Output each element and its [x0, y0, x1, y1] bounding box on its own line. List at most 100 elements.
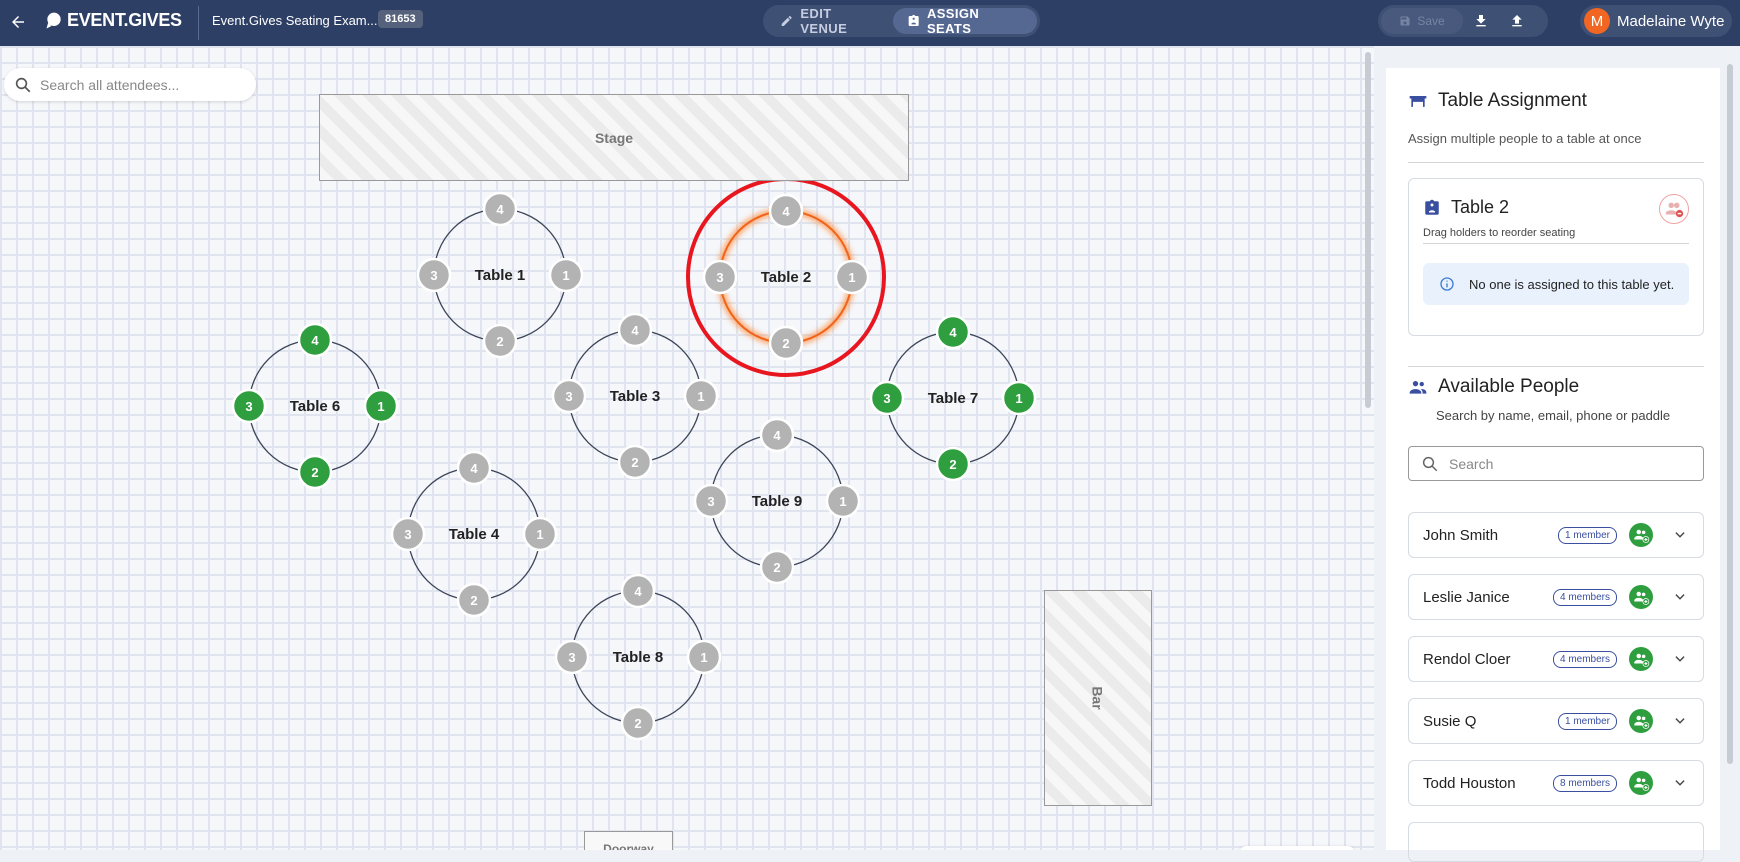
seat-4[interactable]: 4 [620, 573, 656, 609]
avatar: M [1584, 8, 1610, 34]
seat-3[interactable]: 3 [390, 516, 426, 552]
table-7[interactable]: Table 7 4 1 2 3 [869, 314, 1037, 482]
selected-table-card: Table 2 Drag holders to reorder seating … [1408, 178, 1704, 336]
seat-3[interactable]: 3 [554, 639, 590, 675]
seat-number: 4 [773, 428, 781, 443]
seat-number: 1 [377, 399, 384, 414]
chevron-down-icon[interactable] [1671, 774, 1689, 792]
back-arrow-icon[interactable] [4, 8, 32, 36]
seat-number: 2 [949, 457, 956, 472]
seat-number: 2 [634, 716, 641, 731]
list-item[interactable] [1408, 822, 1704, 862]
seat-1[interactable]: 1 [363, 388, 399, 424]
seat-2[interactable]: 2 [768, 325, 804, 361]
bar-zone[interactable]: Bar [1044, 590, 1152, 806]
doorway-zone[interactable]: Doorway [584, 831, 673, 850]
chevron-down-icon[interactable] [1671, 588, 1689, 606]
person-row[interactable]: Todd Houston 8 members [1408, 760, 1704, 806]
seat-4[interactable]: 4 [297, 322, 333, 358]
add-person-icon[interactable] [1629, 647, 1653, 671]
person-name: Susie Q [1423, 712, 1477, 730]
empty-table-message: No one is assigned to this table yet. [1469, 276, 1675, 292]
add-person-icon[interactable] [1629, 771, 1653, 795]
add-person-icon[interactable] [1629, 585, 1653, 609]
seat-4[interactable]: 4 [935, 314, 971, 350]
seat-2[interactable]: 2 [297, 454, 333, 490]
seat-1[interactable]: 1 [548, 257, 584, 293]
seat-4[interactable]: 4 [482, 191, 518, 227]
seat-1[interactable]: 1 [686, 639, 722, 675]
seating-canvas[interactable]: Table 1 4 1 2 3 Table 2 4 1 2 3 Table 3 4 1 2 3 Table 4… [0, 46, 1374, 850]
top-bar: EVENT.GIVES Event.Gives Seating Exam... … [0, 0, 1740, 46]
logo-pin-icon [46, 12, 61, 28]
edit-venue-tab[interactable]: EDIT VENUE [766, 6, 893, 36]
seat-1[interactable]: 1 [522, 516, 558, 552]
edit-venue-label: EDIT VENUE [800, 6, 848, 36]
people-search-input[interactable]: Search [1408, 446, 1704, 481]
chevron-down-icon[interactable] [1671, 650, 1689, 668]
table-4[interactable]: Table 4 4 1 2 3 [390, 450, 558, 618]
table-1[interactable]: Table 1 4 1 2 3 [416, 191, 584, 359]
seat-1[interactable]: 1 [825, 483, 861, 519]
table-2[interactable]: Table 2 4 1 2 3 [686, 177, 886, 377]
download-button[interactable] [1463, 7, 1499, 35]
seat-2[interactable]: 2 [759, 549, 795, 585]
seat-3[interactable]: 3 [231, 388, 267, 424]
seat-2[interactable]: 2 [935, 446, 971, 482]
stage-zone[interactable]: Stage [319, 94, 909, 181]
seat-number: 2 [470, 593, 477, 608]
person-row[interactable]: Leslie Janice 4 members [1408, 574, 1704, 620]
assign-seats-tab[interactable]: ASSIGN SEATS [892, 6, 1037, 36]
member-count-badge: 1 member [1557, 712, 1617, 730]
table-3[interactable]: Table 3 4 1 2 3 [551, 312, 719, 480]
table-8[interactable]: Table 8 4 1 2 3 [554, 573, 722, 741]
table-label: Table 6 [290, 398, 341, 415]
available-subtitle: Search by name, email, phone or paddle [1436, 408, 1671, 423]
attendee-search[interactable]: Search all attendees... [4, 68, 256, 101]
seat-number: 3 [404, 527, 411, 542]
seat-3[interactable]: 3 [869, 380, 905, 416]
table-label: Table 1 [475, 267, 526, 284]
seat-3[interactable]: 3 [416, 257, 452, 293]
upload-button[interactable] [1499, 7, 1535, 35]
add-person-icon[interactable] [1629, 523, 1653, 547]
info-icon [1440, 277, 1454, 291]
seat-4[interactable]: 4 [456, 450, 492, 486]
seat-4[interactable]: 4 [768, 193, 804, 229]
seat-2[interactable]: 2 [617, 444, 653, 480]
seat-3[interactable]: 3 [702, 259, 738, 295]
save-button[interactable]: Save [1381, 8, 1463, 34]
seat-3[interactable]: 3 [693, 483, 729, 519]
table-6[interactable]: Table 6 4 1 2 3 [231, 322, 399, 490]
member-count-badge: 1 member [1557, 526, 1617, 544]
seat-2[interactable]: 2 [456, 582, 492, 618]
seat-2[interactable]: 2 [482, 323, 518, 359]
chevron-down-icon[interactable] [1671, 526, 1689, 544]
panel-scrollbar[interactable] [1727, 64, 1733, 764]
add-person-icon[interactable] [1629, 709, 1653, 733]
panel-divider [1408, 162, 1704, 163]
seat-3[interactable]: 3 [551, 378, 587, 414]
chevron-down-icon[interactable] [1671, 712, 1689, 730]
unassign-group-button[interactable] [1659, 194, 1689, 224]
seat-4[interactable]: 4 [759, 417, 795, 453]
seat-number: 3 [707, 494, 714, 509]
person-row[interactable]: John Smith 1 member [1408, 512, 1704, 558]
user-menu[interactable]: M Madelaine Wyte [1580, 5, 1732, 37]
seat-1[interactable]: 1 [834, 259, 870, 295]
app-logo[interactable]: EVENT.GIVES [44, 10, 182, 31]
person-row[interactable]: Susie Q 1 member [1408, 698, 1704, 744]
event-title[interactable]: Event.Gives Seating Exam... [212, 13, 377, 28]
bar-label: Bar [1089, 686, 1106, 710]
seat-2[interactable]: 2 [620, 705, 656, 741]
mode-switcher: EDIT VENUE ASSIGN SEATS [763, 5, 1040, 37]
seat-1[interactable]: 1 [683, 378, 719, 414]
table-label: Table 8 [613, 649, 664, 666]
canvas-scrollbar[interactable] [1365, 52, 1371, 408]
person-row[interactable]: Rendol Cloer 4 members [1408, 636, 1704, 682]
table-9[interactable]: Table 9 4 1 2 3 [693, 417, 861, 585]
seat-4[interactable]: 4 [617, 312, 653, 348]
table-label: Table 9 [752, 493, 803, 510]
seat-number: 2 [496, 334, 503, 349]
seat-1[interactable]: 1 [1001, 380, 1037, 416]
